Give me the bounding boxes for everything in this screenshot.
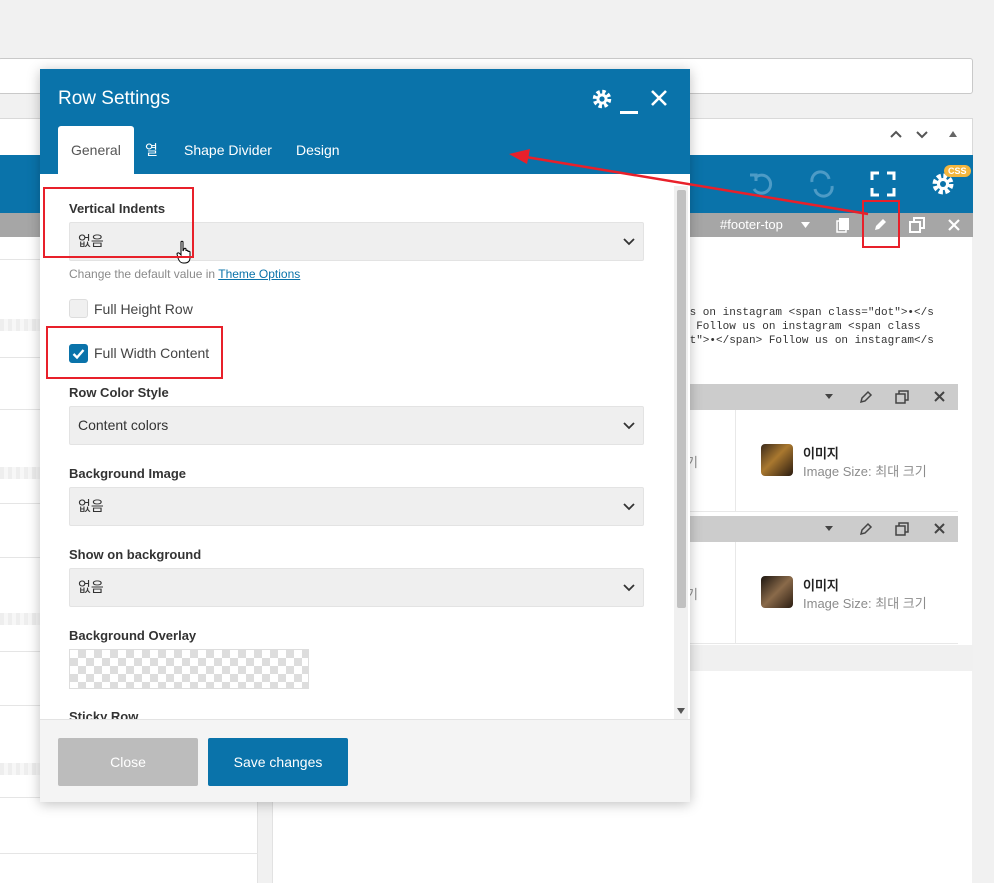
annotation-arrow [509,149,869,216]
